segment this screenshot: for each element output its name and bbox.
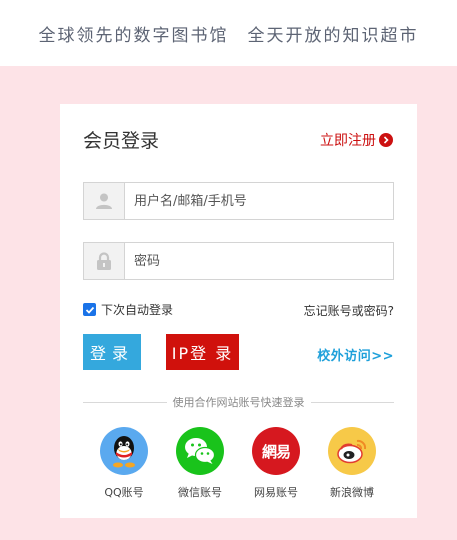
weibo-icon (328, 427, 376, 475)
weibo-login[interactable]: 新浪微博 (322, 427, 382, 500)
user-icon (84, 183, 125, 219)
lock-icon (84, 243, 125, 279)
netease-logo-text: 網易 (261, 442, 291, 461)
register-link[interactable]: 立即注册 (320, 130, 393, 150)
username-field (83, 182, 394, 220)
login-title: 会员登录 (83, 130, 160, 152)
site-slogan: 全球领先的数字图书馆 全天开放的知识超市 (38, 25, 419, 46)
netease-icon: 網易 (252, 427, 300, 475)
ip-login-button[interactable]: IP登 录 (166, 334, 239, 370)
wechat-icon (176, 427, 224, 475)
qq-label: QQ账号 (104, 486, 144, 499)
qq-login[interactable]: QQ账号 (94, 427, 154, 500)
netease-label: 网易账号 (254, 486, 298, 499)
social-login-caption-text: 使用合作网站账号快速登录 (166, 396, 311, 409)
qq-icon (100, 427, 148, 475)
username-input[interactable] (125, 183, 393, 219)
offcampus-access-link[interactable]: 校外访问>> (317, 345, 394, 364)
wechat-login[interactable]: 微信账号 (170, 427, 230, 500)
wechat-label: 微信账号 (178, 486, 222, 499)
chevron-right-icon (379, 133, 393, 147)
remember-checkbox[interactable] (83, 303, 96, 316)
forgot-password-link[interactable]: 忘记账号或密码? (304, 302, 394, 319)
remember-me[interactable]: 下次自动登录 (83, 301, 173, 318)
site-header: 全球领先的数字图书馆 全天开放的知识超市 (0, 0, 457, 66)
remember-label: 下次自动登录 (101, 303, 174, 317)
login-button[interactable]: 登录 (83, 334, 141, 370)
social-login-caption: 使用合作网站账号快速登录 (60, 394, 417, 410)
password-field (83, 242, 394, 280)
weibo-label: 新浪微博 (330, 486, 374, 499)
register-label: 立即注册 (320, 133, 376, 149)
login-card: 会员登录 立即注册 下次自动登录 忘记账号或密码 (60, 104, 417, 518)
netease-login[interactable]: 網易 网易账号 (246, 427, 306, 500)
password-input[interactable] (125, 243, 393, 279)
